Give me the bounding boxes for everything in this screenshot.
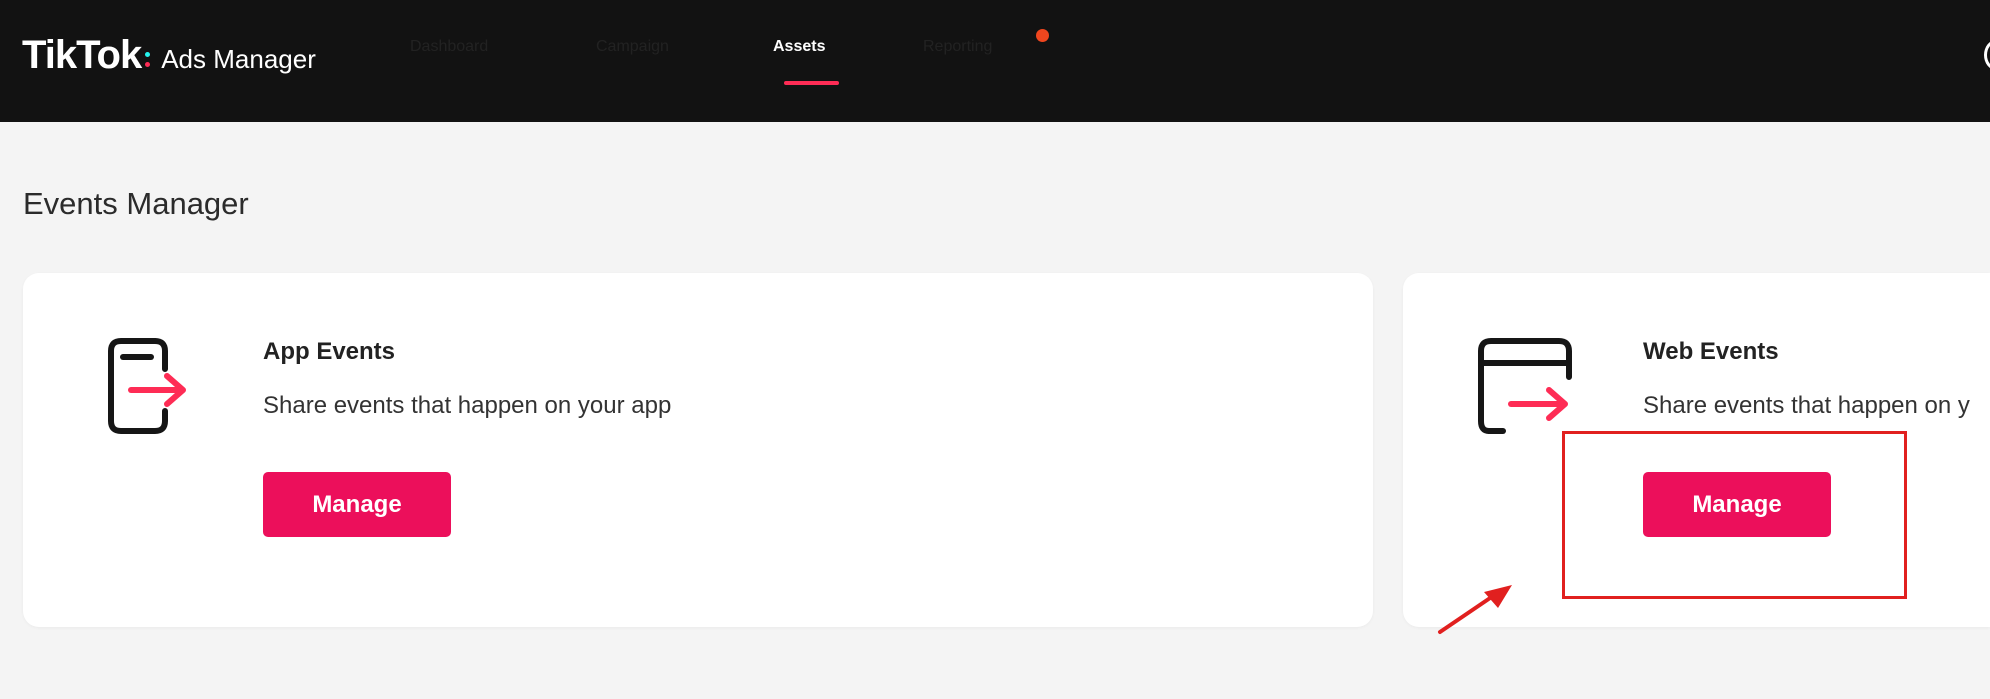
card-description: Share events that happen on your app (263, 392, 672, 419)
card-title: Web Events (1643, 338, 1779, 365)
annotation-arrow-icon (1438, 585, 1512, 634)
web-events-icon (1478, 338, 1572, 434)
nav-campaign[interactable]: Campaign (596, 38, 669, 56)
app-events-icon (108, 338, 186, 434)
top-nav-bar: TikTok Ads Manager Dashboard Campaign As… (0, 0, 1990, 122)
card-title: App Events (263, 338, 396, 365)
page-title: Events Manager (23, 186, 249, 221)
card-description: Share events that happen on y (1643, 392, 1970, 419)
app-events-card: App Events Share events that happen on y… (23, 273, 1373, 627)
notification-dot (1036, 29, 1049, 42)
app-events-manage-button[interactable]: Manage (263, 472, 451, 537)
profile-icon[interactable] (1984, 40, 1990, 70)
highlight-box-annotation (1562, 431, 1907, 599)
nav-assets[interactable]: Assets (773, 38, 825, 56)
nav-dashboard[interactable]: Dashboard (410, 38, 488, 56)
tiktok-ads-manager-logo[interactable]: TikTok Ads Manager (22, 33, 316, 79)
logo-brand: TikTok (22, 33, 142, 77)
active-tab-indicator (784, 81, 839, 85)
nav-reporting[interactable]: Reporting (923, 38, 992, 56)
logo-colon-icon (143, 50, 153, 68)
logo-product: Ads Manager (161, 44, 316, 74)
